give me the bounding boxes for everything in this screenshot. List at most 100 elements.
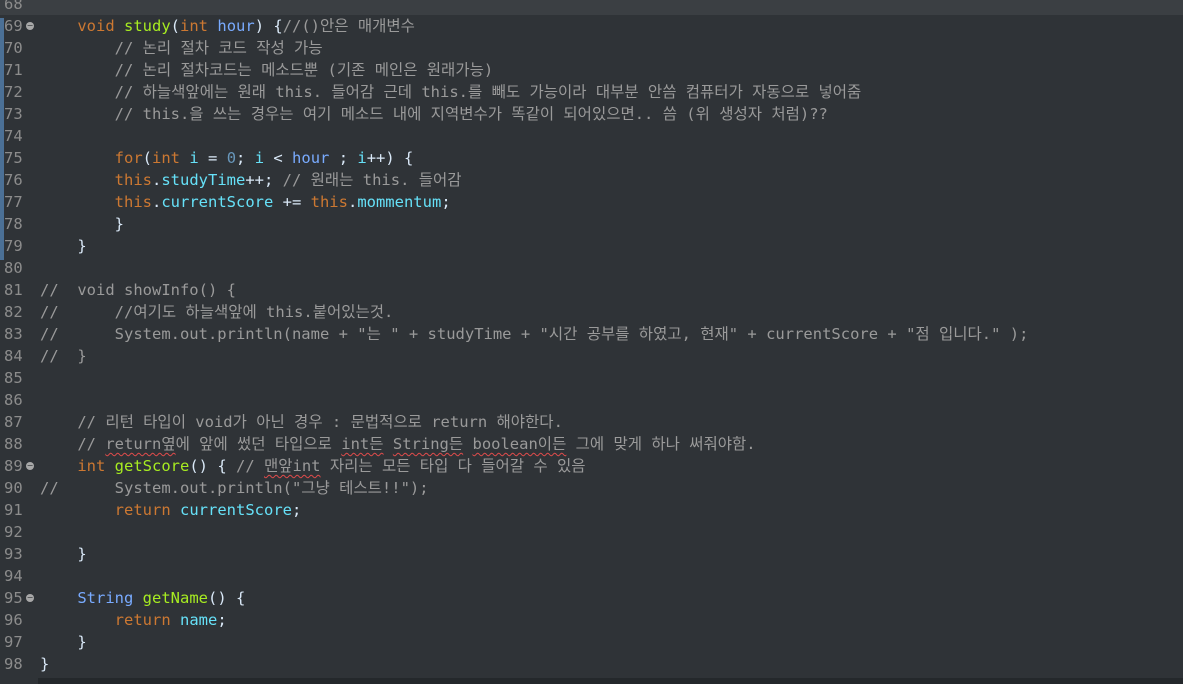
code-token: String든 <box>392 435 464 453</box>
code-line[interactable]: 91 return currentScore; <box>0 499 1183 521</box>
code-text: return currentScore; <box>40 499 302 521</box>
code-text: } <box>40 545 87 563</box>
code-line[interactable]: 93 } <box>0 543 1183 565</box>
code-line[interactable]: 78 } <box>0 213 1183 235</box>
code-line[interactable]: 73 // this.을 쓰는 경우는 여기 메소드 내에 지역변수가 똑같이 … <box>0 103 1183 125</box>
code-token: () { <box>189 457 236 475</box>
line-number: 85 <box>4 369 23 387</box>
code-token: studyTime <box>161 171 246 189</box>
code-text: } <box>40 655 50 673</box>
code-line[interactable]: 81 // void showInfo() { <box>0 279 1183 301</box>
code-token: return옆 <box>105 435 176 453</box>
line-number: 98 <box>4 655 23 673</box>
code-token: 그에 맞게 하나 써줘야함. <box>566 435 756 453</box>
line-number: 79 <box>4 237 23 255</box>
code-token: currentScore <box>161 193 274 211</box>
code-token: study <box>124 17 171 35</box>
code-token: i <box>357 149 367 167</box>
horizontal-scrollbar-edge[interactable] <box>38 678 1183 684</box>
code-token: hour <box>217 17 255 35</box>
code-token: return <box>114 501 171 519</box>
code-line[interactable]: 74 <box>0 125 1183 147</box>
fold-toggle-icon[interactable]: − <box>26 462 34 470</box>
code-token: = <box>198 149 227 167</box>
line-number: 93 <box>4 545 23 563</box>
fold-toggle-icon[interactable]: − <box>26 594 34 602</box>
code-token: 자리는 모든 타입 다 들어갈 수 있음 <box>320 457 586 475</box>
code-token: ; <box>217 611 227 629</box>
code-token: // 원래는 this. 들어감 <box>282 171 462 189</box>
code-line[interactable]: 95− String getName() { <box>0 587 1183 609</box>
code-token: currentScore <box>180 501 292 519</box>
code-line[interactable]: 68 <box>0 0 1183 15</box>
line-number: 91 <box>4 501 23 519</box>
code-text: for(int i = 0; i < hour ; i++) { <box>40 147 414 169</box>
code-line[interactable]: 90 // System.out.println("그냥 테스트!!"); <box>0 477 1183 499</box>
code-token: ++; <box>245 171 283 189</box>
code-token: += <box>273 193 311 211</box>
code-token: . <box>347 193 358 211</box>
code-token: int <box>180 17 209 35</box>
code-line[interactable]: 70 // 논리 절차 코드 작성 가능 <box>0 37 1183 59</box>
code-text: void study(int hour) {//()안은 매개변수 <box>40 15 415 37</box>
code-text: // void showInfo() { <box>40 281 236 299</box>
code-token: 맨앞int <box>264 457 321 475</box>
line-number: 68 <box>4 0 23 13</box>
code-line[interactable]: 98} <box>0 653 1183 675</box>
code-line[interactable]: 79 } <box>0 235 1183 257</box>
code-line[interactable]: 82 // //여기도 하늘색앞에 this.붙어있는것. <box>0 301 1183 323</box>
code-line[interactable]: 92 <box>0 521 1183 543</box>
code-line[interactable]: 71 // 논리 절차코드는 메소드뿐 (기존 메인은 원래가능) <box>0 59 1183 81</box>
code-line[interactable]: 83 // System.out.println(name + "는 " + st… <box>0 323 1183 345</box>
code-line[interactable]: 85 <box>0 367 1183 389</box>
code-editor[interactable]: 68 69− void study(int hour) {//()안은 매개변수 7… <box>0 0 1183 684</box>
code-line[interactable]: 75 for(int i = 0; i < hour ; i++) { <box>0 147 1183 169</box>
code-token: ; <box>441 193 451 211</box>
code-token: 0 <box>226 149 237 167</box>
code-token: ; <box>291 501 302 519</box>
line-number: 71 <box>4 61 23 79</box>
code-token: ; <box>329 149 358 167</box>
code-token: ( <box>142 149 152 167</box>
code-token: < <box>264 149 293 167</box>
code-line[interactable]: 94 <box>0 565 1183 587</box>
code-token: String <box>77 589 134 607</box>
code-line[interactable]: 76 this.studyTime++; // 원래는 this. 들어감 <box>0 169 1183 191</box>
code-line[interactable]: 86 <box>0 389 1183 411</box>
code-line[interactable]: 96 return name; <box>0 609 1183 631</box>
code-text: // this.을 쓰는 경우는 여기 메소드 내에 지역변수가 똑같이 되어있… <box>40 105 828 123</box>
code-text: this.studyTime++; // 원래는 this. 들어감 <box>40 169 462 191</box>
code-token: ( <box>170 17 181 35</box>
line-number: 77 <box>4 193 23 211</box>
code-text: // 하늘색앞에는 원래 this. 들어감 근데 this.를 빼도 가능이라… <box>40 83 862 101</box>
code-line[interactable]: 88 // return옆에 앞에 썼던 타입으로 int든 String든 b… <box>0 433 1183 455</box>
code-line[interactable]: 84 // } <box>0 345 1183 367</box>
code-line[interactable]: 97 } <box>0 631 1183 653</box>
line-number: 97 <box>4 633 23 651</box>
code-token: . <box>151 193 162 211</box>
code-line[interactable]: 87 // 리턴 타입이 void가 아닌 경우 : 문법적으로 return … <box>0 411 1183 433</box>
fold-toggle-icon[interactable]: − <box>26 22 34 30</box>
code-token: // <box>236 457 264 475</box>
code-line[interactable]: 89− int getScore() { // 맨앞int 자리는 모든 타입 … <box>0 455 1183 477</box>
code-text: } <box>40 215 124 233</box>
line-number: 83 <box>4 325 23 343</box>
code-line[interactable]: 80 <box>0 257 1183 279</box>
line-number: 74 <box>4 127 23 145</box>
code-line[interactable]: 72 // 하늘색앞에는 원래 this. 들어감 근데 this.를 빼도 가… <box>0 81 1183 103</box>
code-line[interactable]: 77 this.currentScore += this.mommentum; <box>0 191 1183 213</box>
line-number: 70 <box>4 39 23 57</box>
code-line[interactable]: 69− void study(int hour) {//()안은 매개변수 <box>0 15 1183 37</box>
code-token: ; <box>236 149 255 167</box>
code-text: // //여기도 하늘색앞에 this.붙어있는것. <box>40 303 394 321</box>
line-number: 80 <box>4 259 23 277</box>
